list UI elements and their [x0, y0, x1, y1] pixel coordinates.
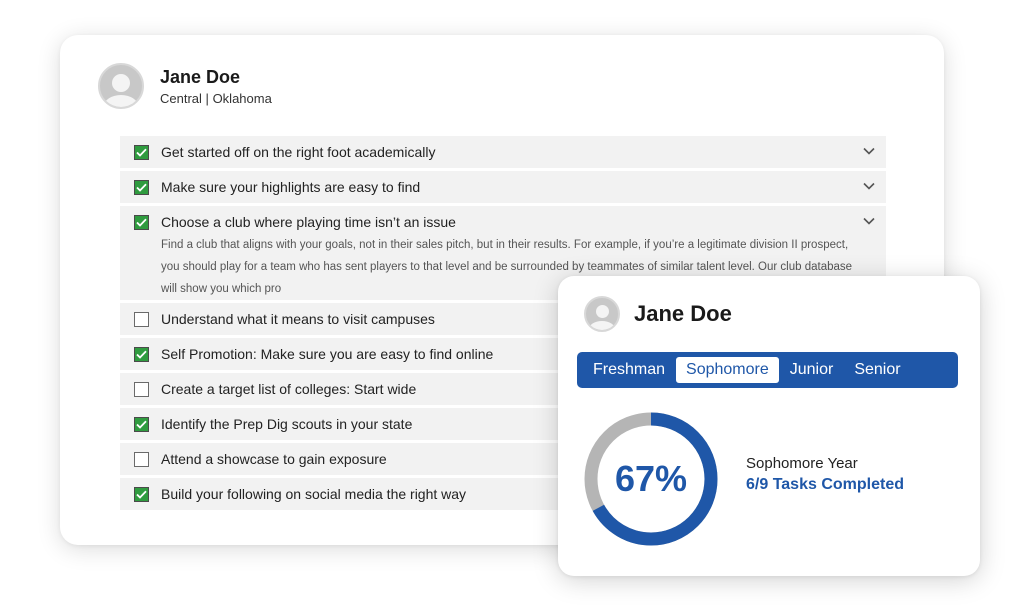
checkbox-icon[interactable]	[134, 214, 149, 230]
checklist-item[interactable]: Make sure your highlights are easy to fi…	[120, 171, 886, 203]
checklist-item-label: Get started off on the right foot academ…	[161, 144, 436, 160]
tab-sophomore[interactable]: Sophomore	[676, 357, 779, 383]
summary-tasks: 6/9 Tasks Completed	[746, 476, 904, 493]
progress-card-header: Jane Doe	[584, 296, 732, 332]
progress-card-name: Jane Doe	[634, 301, 732, 326]
chevron-down-icon[interactable]	[862, 146, 876, 156]
checkbox-icon[interactable]	[134, 179, 149, 195]
tab-junior[interactable]: Junior	[780, 357, 844, 383]
profile-school: Central	[160, 91, 202, 106]
checklist-item[interactable]: Get started off on the right foot academ…	[120, 136, 886, 168]
avatar-icon	[98, 63, 144, 109]
checklist-item-row[interactable]: Make sure your highlights are easy to fi…	[120, 171, 886, 203]
progress-summary: Sophomore Year 6/9 Tasks Completed	[746, 455, 904, 494]
summary-year: Sophomore Year	[746, 455, 858, 472]
checklist-item-label: Identify the Prep Dig scouts in your sta…	[161, 416, 413, 432]
tab-senior[interactable]: Senior	[844, 357, 910, 383]
checklist-item-label: Create a target list of colleges: Start …	[161, 381, 417, 397]
checklist-item-row[interactable]: Get started off on the right foot academ…	[120, 136, 886, 168]
checklist-item-label: Attend a showcase to gain exposure	[161, 451, 387, 467]
checkbox-icon[interactable]	[134, 346, 149, 362]
tab-freshman[interactable]: Freshman	[583, 357, 675, 383]
checkbox-icon[interactable]	[134, 311, 149, 327]
chevron-down-icon[interactable]	[862, 216, 876, 226]
checkbox-icon[interactable]	[134, 416, 149, 432]
checklist-item-label: Make sure your highlights are easy to fi…	[161, 179, 421, 195]
avatar-icon	[584, 296, 620, 332]
checklist-item-label: Self Promotion: Make sure you are easy t…	[161, 346, 494, 362]
checkbox-icon[interactable]	[134, 381, 149, 397]
checkbox-icon[interactable]	[134, 486, 149, 502]
checkbox-icon[interactable]	[134, 451, 149, 467]
profile-location: Central | Oklahoma	[160, 91, 272, 106]
chevron-down-icon[interactable]	[862, 181, 876, 191]
profile-header: Jane Doe Central | Oklahoma	[98, 63, 272, 109]
checkbox-icon[interactable]	[134, 144, 149, 160]
checklist-item-label: Understand what it means to visit campus…	[161, 311, 435, 327]
year-tab-bar: Freshman Sophomore Junior Senior	[577, 352, 958, 388]
profile-separator: |	[205, 91, 209, 106]
progress-percent: 67%	[614, 458, 688, 499]
progress-card: Jane Doe Freshman Sophomore Junior Senior 6…	[558, 276, 980, 576]
profile-text: Jane Doe Central | Oklahoma	[160, 66, 272, 106]
checklist-item-label: Build your following on social media the…	[161, 486, 467, 502]
profile-state: Oklahoma	[212, 91, 272, 106]
checklist-item-label: Choose a club where playing time isn’t a…	[161, 214, 456, 230]
profile-name: Jane Doe	[160, 67, 241, 87]
